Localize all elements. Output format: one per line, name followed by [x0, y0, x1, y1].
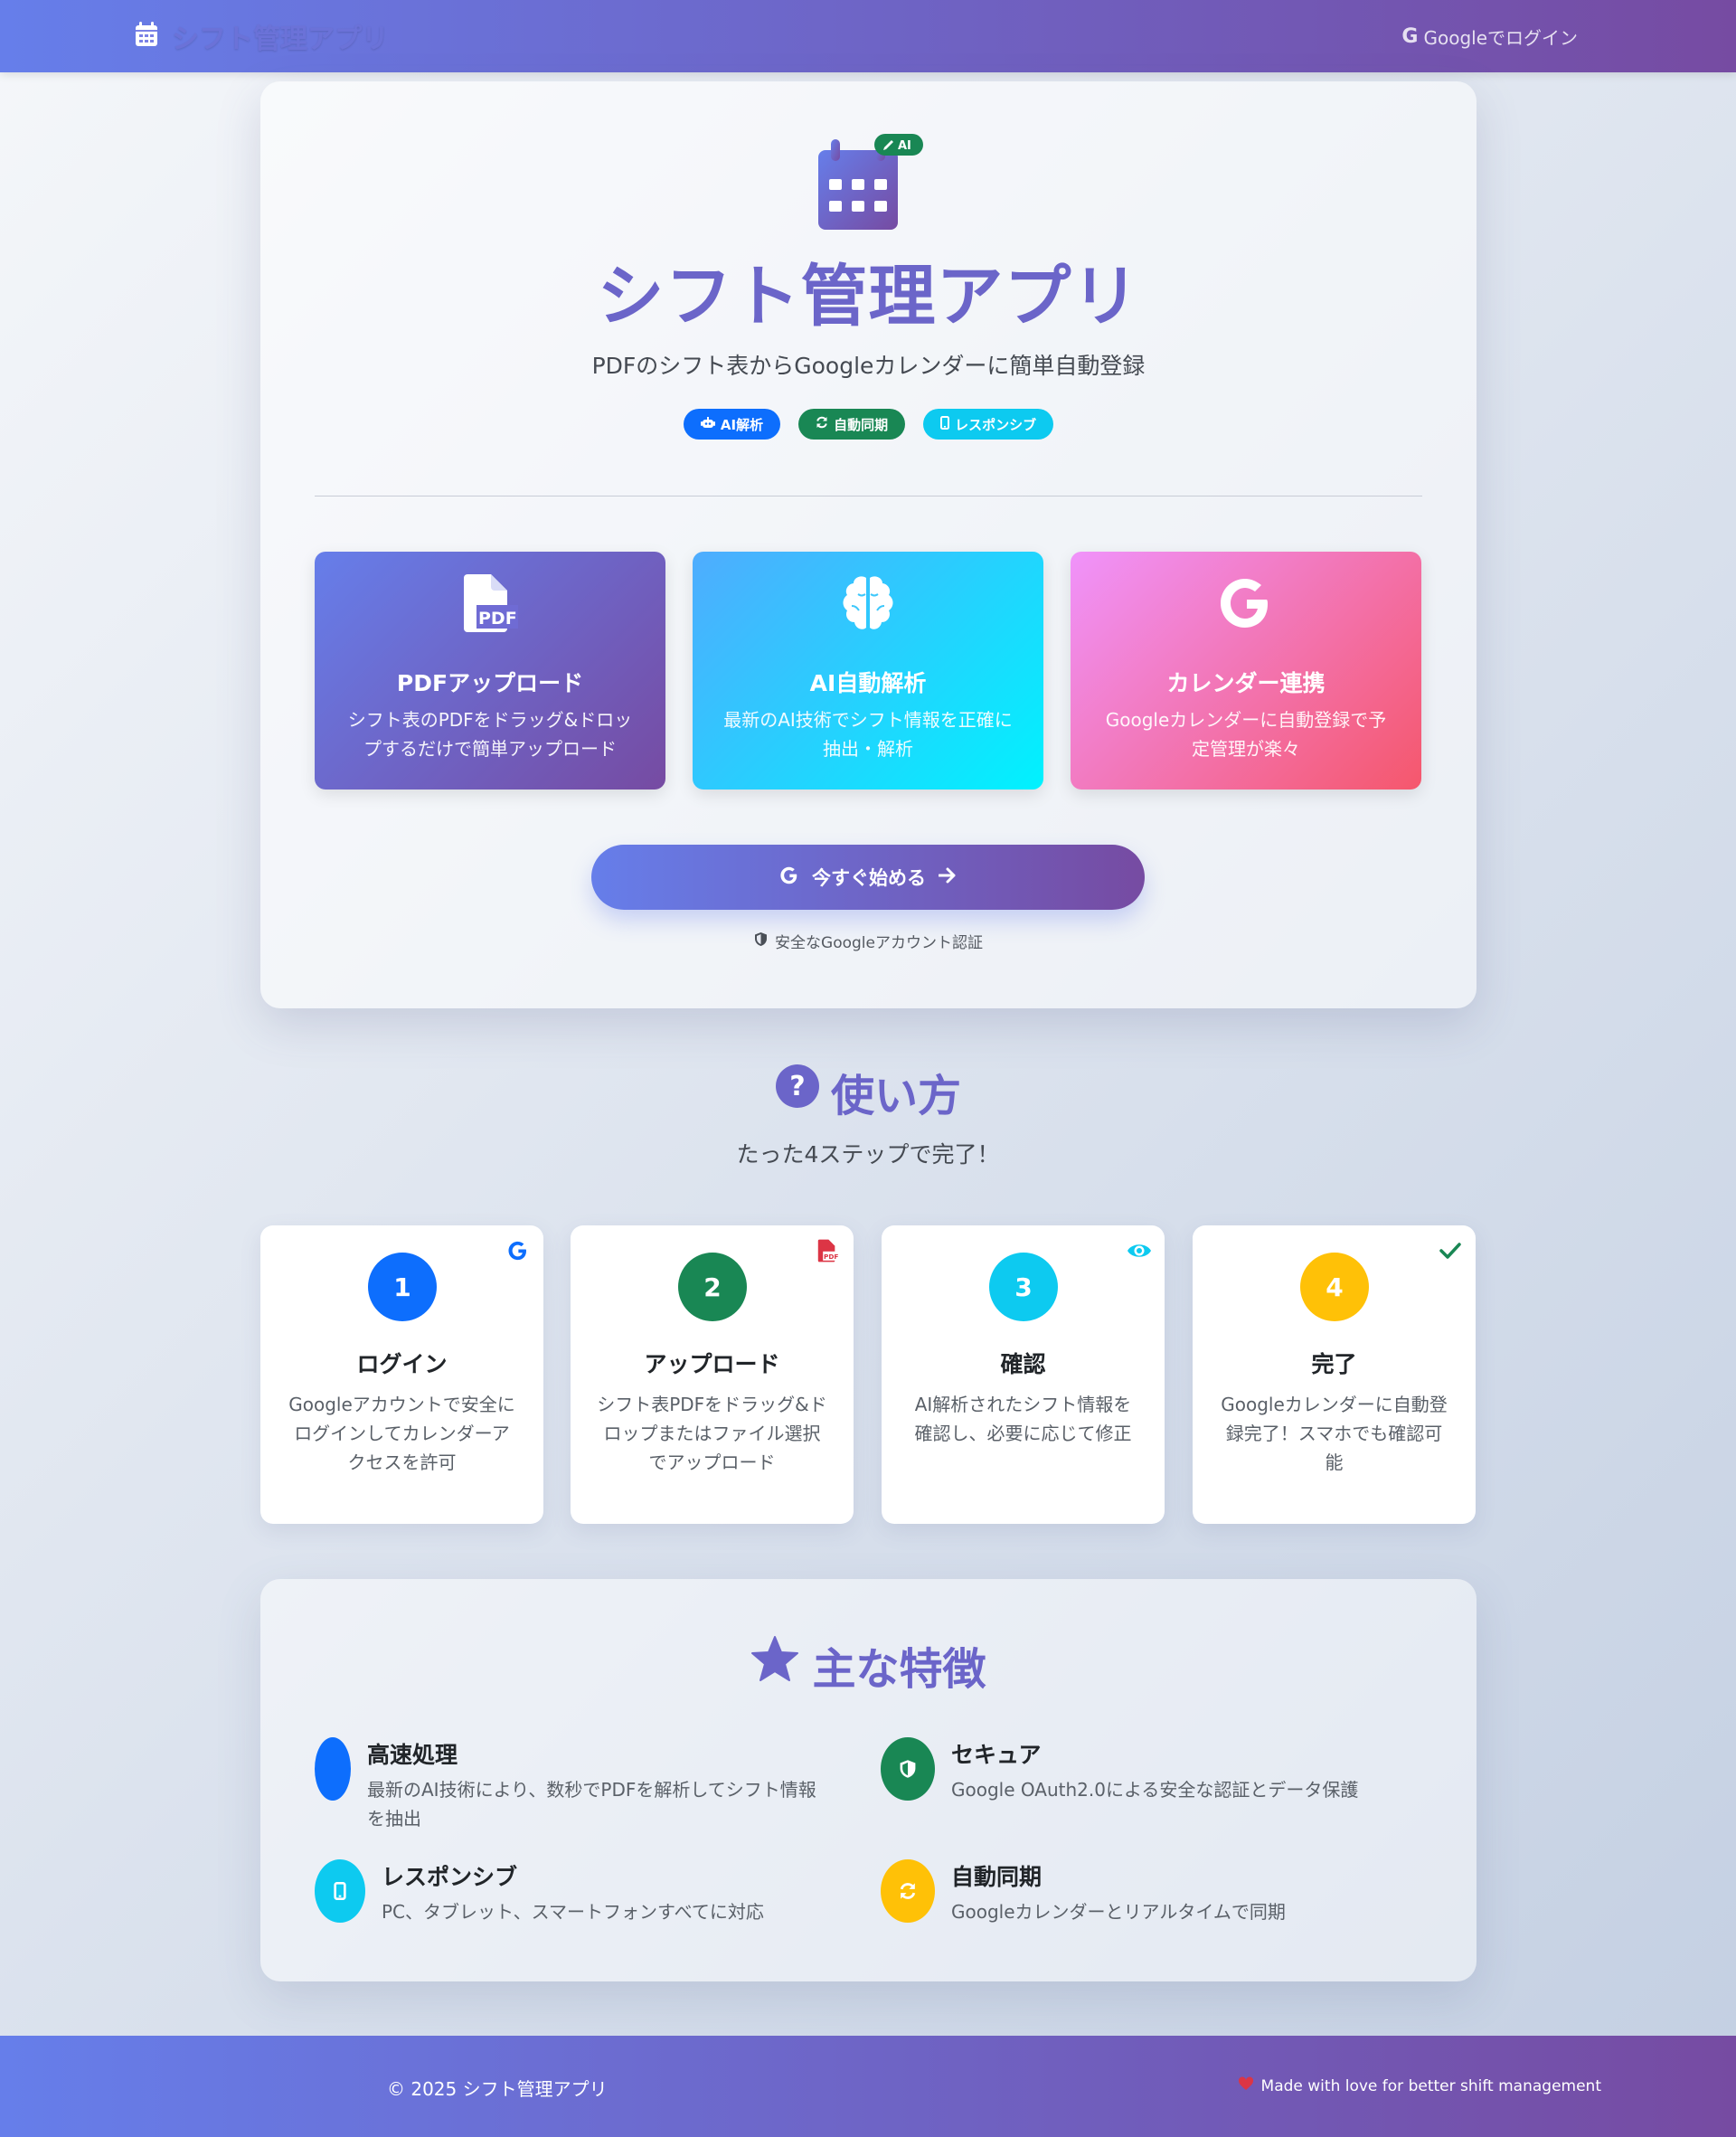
mobile-icon — [940, 415, 950, 433]
robot-icon — [700, 416, 715, 432]
feature-card-pdf: PDF PDFアップロード シフト表のPDFをドラッグ&ドロップするだけで簡単ア… — [315, 552, 665, 790]
feature-card-ai: AI自動解析 最新のAI技術でシフト情報を正確に抽出・解析 — [693, 552, 1043, 790]
page-subtitle: PDFのシフト表からGoogleカレンダーに簡単自動登録 — [591, 353, 1146, 379]
badge-list: AI解析 自動同期 レスポンシブ — [260, 409, 1477, 440]
arrow-right-icon — [938, 866, 957, 888]
ai-tag: AI — [898, 139, 911, 153]
shield-icon — [881, 1737, 935, 1801]
question-circle-icon: ? — [775, 1064, 820, 1120]
bolt-icon — [315, 1737, 351, 1801]
google-login-link[interactable]: G Googleでログイン — [1401, 24, 1578, 50]
feature-title: カレンダー連携 — [1166, 670, 1326, 696]
feature-desc: Googleカレンダーに自動登録で予定管理が楽々 — [1105, 709, 1387, 760]
feature-item-speed: 高速処理 最新のAI技術により、数秒でPDFを解析してシフト情報を抽出 — [315, 1737, 821, 1833]
feature-card-calendar: カレンダー連携 Googleカレンダーに自動登録で予定管理が楽々 — [1071, 552, 1421, 790]
features-title: 主な特徴 — [260, 1633, 1477, 1697]
hero-card: AI シフト管理アプリ PDFのシフト表からGoogleカレンダーに簡単自動登録… — [260, 81, 1477, 1008]
step-card-3: 3 確認 AI解析されたシフト情報を確認し、必要に応じて修正 — [882, 1225, 1165, 1524]
step-number: 3 — [989, 1253, 1058, 1321]
feature-desc: 最新のAI技術でシフト情報を正確に抽出・解析 — [723, 709, 1013, 760]
step-card-2: PDF 2 アップロード シフト表PDFをドラッグ&ドロップまたはファイル選択で… — [571, 1225, 854, 1524]
eye-icon — [1127, 1238, 1152, 1263]
get-started-button[interactable]: 今すぐ始める — [591, 845, 1145, 910]
feature-item-title: セキュア — [951, 1742, 1042, 1768]
features-card: 主な特徴 高速処理 最新のAI技術により、数秒でPDFを解析してシフト情報を抽出… — [260, 1579, 1477, 1981]
feature-item-title: レスポンシブ — [382, 1864, 518, 1890]
feature-item-responsive: レスポンシブ PC、タブレット、スマートフォンすべてに対応 — [315, 1859, 821, 1926]
feature-item-title: 自動同期 — [951, 1864, 1043, 1890]
step-title: ログイン — [356, 1351, 448, 1377]
feature-desc: シフト表のPDFをドラッグ&ドロップするだけで簡単アップロード — [347, 709, 633, 760]
brand-name: シフト管理アプリ — [172, 24, 389, 55]
google-icon — [779, 865, 799, 890]
sync-icon — [816, 416, 828, 432]
pdf-file-icon: PDF — [315, 574, 665, 638]
svg-text:PDF: PDF — [478, 609, 517, 629]
mobile-icon — [315, 1859, 365, 1923]
badge-sync: 自動同期 — [798, 409, 906, 440]
step-desc: シフト表PDFをドラッグ&ドロップまたはファイル選択でアップロード — [597, 1394, 827, 1473]
page-title: シフト管理アプリ — [597, 258, 1140, 336]
navbar: シフト管理アプリ G Googleでログイン — [0, 0, 1736, 72]
google-icon — [1071, 574, 1421, 638]
sync-icon — [881, 1859, 935, 1923]
step-title: アップロード — [644, 1351, 780, 1377]
brand[interactable]: シフト管理アプリ — [134, 16, 389, 56]
secure-note: 安全なGoogleアカウント認証 — [260, 930, 1477, 952]
feature-item-secure: セキュア Google OAuth2.0による安全な認証とデータ保護 — [881, 1737, 1423, 1804]
pdf-file-icon: PDF — [816, 1238, 841, 1263]
step-card-4: 4 完了 Googleカレンダーに自動登録完了！スマホでも確認可能 — [1193, 1225, 1476, 1524]
feature-item-desc: PC、タブレット、スマートフォンすべてに対応 — [382, 1901, 764, 1923]
calendar-ai-icon: AI — [818, 134, 927, 233]
copyright: © 2025 シフト管理アプリ — [387, 2078, 608, 2100]
step-desc: Googleカレンダーに自動登録完了！スマホでも確認可能 — [1221, 1394, 1448, 1473]
svg-text:PDF: PDF — [824, 1253, 839, 1261]
feature-item-title: 高速処理 — [367, 1742, 458, 1768]
feature-item-desc: Googleカレンダーとリアルタイムで同期 — [951, 1901, 1286, 1923]
brain-icon — [693, 574, 1043, 638]
google-icon: G — [1401, 24, 1419, 48]
step-number: 1 — [368, 1253, 437, 1321]
feature-item-sync: 自動同期 Googleカレンダーとリアルタイムで同期 — [881, 1859, 1423, 1926]
shield-icon — [754, 931, 768, 951]
howto-subtitle: たった4ステップで完了！ — [736, 1141, 1000, 1168]
step-desc: Googleアカウントで安全にログインしてカレンダーアクセスを許可 — [288, 1394, 515, 1473]
footer: © 2025 シフト管理アプリ Made with love for bette… — [0, 2036, 1736, 2137]
step-title: 完了 — [1311, 1351, 1357, 1377]
feature-item-desc: Google OAuth2.0による安全な認証とデータ保護 — [951, 1779, 1359, 1801]
heart-icon — [1238, 2076, 1254, 2095]
step-number: 4 — [1300, 1253, 1369, 1321]
calendar-icon — [134, 21, 159, 52]
login-label: Googleでログイン — [1423, 26, 1578, 49]
cta-label: 今すぐ始める — [812, 867, 926, 889]
star-icon — [750, 1636, 799, 1694]
check-icon — [1438, 1238, 1463, 1263]
made-with-love: Made with love for better shift manageme… — [1238, 2076, 1601, 2095]
feature-title: AI自動解析 — [809, 670, 927, 696]
badge-ai: AI解析 — [683, 409, 781, 440]
step-card-1: 1 ログイン Googleアカウントで安全にログインしてカレンダーアクセスを許可 — [260, 1225, 543, 1524]
step-desc: AI解析されたシフト情報を確認し、必要に応じて修正 — [914, 1394, 1132, 1444]
feature-item-desc: 最新のAI技術により、数秒でPDFを解析してシフト情報を抽出 — [367, 1779, 816, 1830]
feature-title: PDFアップロード — [396, 670, 584, 696]
google-icon — [505, 1238, 531, 1263]
howto-title: ? 使い方 — [0, 1060, 1736, 1123]
step-number: 2 — [678, 1253, 747, 1321]
svg-text:?: ? — [789, 1071, 805, 1102]
badge-responsive: レスポンシブ — [923, 409, 1054, 440]
step-title: 確認 — [1000, 1351, 1046, 1377]
